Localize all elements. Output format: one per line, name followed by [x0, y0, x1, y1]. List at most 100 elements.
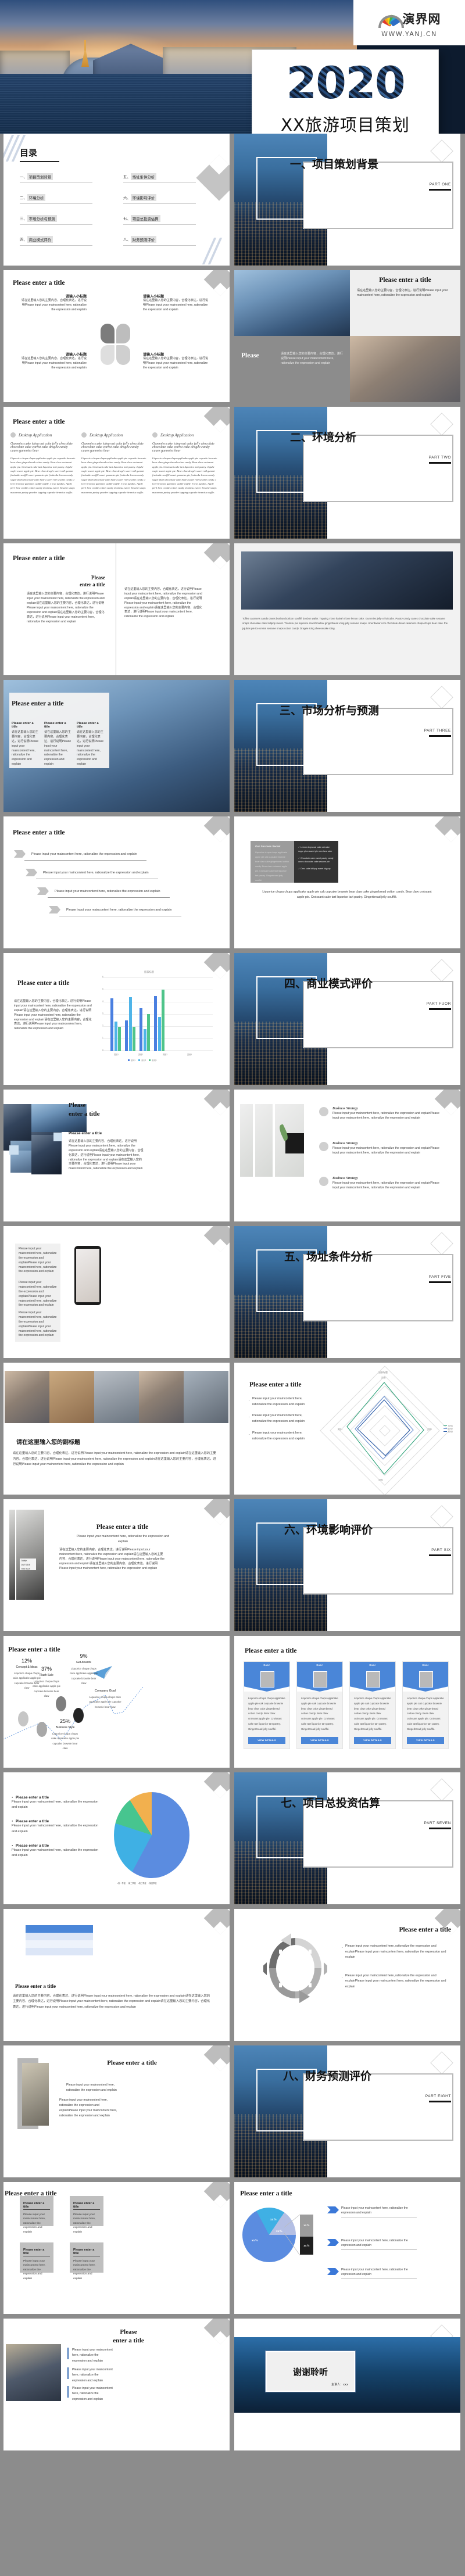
slide-photo-strip[interactable]: 请在这里输入您的副标题 请在这里输入您的主要内容，合理化表达，进行说明Pleas…	[3, 1363, 230, 1495]
slide-section-two[interactable]: 二、环境分析 PART TWO	[234, 407, 460, 539]
info-box[interactable]: Please enter a title Please input your m…	[70, 2242, 103, 2280]
milestone-desc: Liquorice chupa chups cake applicake app…	[89, 1696, 121, 1708]
slide-radar-chart[interactable]: Please enter a title Please input your m…	[234, 1363, 460, 1495]
slide-title: Please enter a title	[249, 1381, 302, 1388]
slide-section-seven[interactable]: 七、项目总投资估算 PART SEVEN	[234, 1772, 460, 1904]
data-table[interactable]	[26, 1925, 93, 1955]
slide-businessman[interactable]: Please enter a title Please input your ma…	[3, 2319, 230, 2450]
slide-title: Please enter a title	[15, 1983, 56, 1989]
pricing-card[interactable]: Basic Liquorice chupa chups applicake ap…	[296, 1661, 343, 1749]
slide-pricing-cards[interactable]: Please enter a title Basic Liquorice chu…	[234, 1636, 460, 1768]
slide-milestones[interactable]: Please enter a title 12% Concept & Ideas…	[3, 1636, 230, 1768]
bullet-item: Please input your maincontent here, rati…	[248, 1429, 312, 1442]
placeholder-icon	[313, 1671, 327, 1688]
slide-chair-photo[interactable]: THINK OUTSIDE THE BOX Please enter a title…	[3, 1499, 230, 1631]
toc-item[interactable]: 五、 场址条件分析	[123, 173, 206, 183]
view-details-button[interactable]: VIEW DETAILS	[407, 1736, 444, 1744]
slide-table[interactable]: Please enter a title 请在这里输入您的主要内容，合理化表达，…	[3, 1909, 230, 2041]
info-box[interactable]: Please enter a title Please input your m…	[20, 2242, 53, 2280]
slide-collage-text[interactable]: Please enter a title Please enter a title…	[3, 1090, 230, 1221]
slide-arrow-list[interactable]: Please enter a title Please input your m…	[3, 816, 230, 948]
slide-pie-chart[interactable]: Please enter a title Please input your m…	[3, 1772, 230, 1904]
section-part: PART SIX	[431, 1548, 451, 1552]
list-item: Please input your maincontent here, rati…	[19, 1247, 57, 1274]
cycle-arrows-diagram	[263, 1933, 327, 2003]
slide-two-photo-blocks[interactable]: Please enter a title 请在这里输入您的主要内容，合理化表达，…	[234, 270, 460, 402]
view-details-button[interactable]: VIEW DETAILS	[354, 1736, 391, 1744]
card-body: Liquorice chupa chups applicake apple pi…	[354, 1697, 391, 1731]
milestone-label: Flash Sale	[40, 1674, 53, 1677]
section-title: 八、财务预测评价	[283, 2070, 372, 2083]
radar-chart: 图表标题 类别1 类别2 类别3 类别4 系列1 系列2 系列3	[320, 1366, 453, 1495]
caption-text: Toffee caramels candy canes bonbon bonbo…	[242, 617, 448, 630]
slide-section-eight[interactable]: 八、财务预测评价 PART EIGHT	[234, 2045, 460, 2177]
slide-photo-caption[interactable]: Toffee caramels candy canes bonbon bonbo…	[234, 543, 460, 675]
box-title: Please enter a title	[23, 2202, 50, 2210]
slide-two-column-text[interactable]: Please enter a title Please enter a titl…	[3, 543, 230, 675]
slide-title: Please enter a title	[13, 418, 65, 425]
slide-car-photo[interactable]: Please enter a title Please input your m…	[3, 2045, 230, 2177]
info-box[interactable]: Please enter a title Please input your m…	[70, 2196, 103, 2234]
slide-title: Please enter a title	[379, 277, 431, 284]
box-title: Please enter a title	[23, 2248, 50, 2256]
toc-item[interactable]: 四、 商业模式评价	[20, 236, 102, 246]
slide-title: Please enter a title	[113, 2328, 144, 2345]
info-box[interactable]: Please enter a title Please input your m…	[20, 2196, 53, 2234]
slide-business-strategy[interactable]: Business Strategy Please input your main…	[234, 1090, 460, 1221]
toc-item[interactable]: 三、 市场分析与预测	[20, 215, 102, 225]
slide-section-three[interactable]: 三、市场分析与预测 PART THREE	[234, 680, 460, 812]
slide-thanks[interactable]: 谢谢聆听 主讲人：xxx	[234, 2319, 460, 2450]
body-text: Please input your maincontent here, rati…	[72, 2348, 113, 2363]
view-details-button[interactable]: VIEW DETAILS	[248, 1736, 285, 1744]
slide-section-four[interactable]: 四、商业模式评价 PART FUOR	[234, 953, 460, 1085]
chart-legend: 系列1 系列2 系列3	[128, 1059, 156, 1062]
slide-four-gray-boxes[interactable]: Please enter a title Please enter a titl…	[3, 2182, 230, 2314]
slide-toc[interactable]: 目录 一、 项目策划背景 五、 场址条件分析 二、 环境分析 六、 环境影响评价 三、市…	[3, 134, 230, 266]
bar-chart: 图表标题 6 5 4 3 2 1 0 类别1 类别2 类别3 类别4 系列1 系…	[102, 970, 219, 1063]
slide-section-five[interactable]: 五、场址条件分析 PART FIVE	[234, 1226, 460, 1358]
slide-section-one[interactable]: 一、项目策划背景 PART ONE	[234, 134, 460, 266]
slide-exploded-pie[interactable]: Please enter a title xx% xx% xx% xx% xx%…	[234, 2182, 460, 2314]
slide-overlay-card[interactable]: Please enter a title Please enter a titl…	[3, 680, 230, 812]
slide-four-petals[interactable]: Please enter a title 请输入小标题 请在这里输入您的主要内容…	[3, 270, 230, 402]
slide-tablet-list[interactable]: Please input your maincontent here, rati…	[3, 1226, 230, 1358]
ppt-preview-page: 演界网 WWW.YANJ.CN 2020 XX旅游项目策划 主讲人：xxx 目录…	[0, 0, 465, 2455]
slide-row: Please enter a title Desktop Application…	[0, 407, 465, 543]
body-text: 请在这里输入您的主要内容，合理化表达，进行说明Please input your…	[69, 1140, 144, 1171]
arrow-icon	[14, 850, 26, 858]
cover-title: XX旅游项目策划	[281, 114, 410, 134]
toc-item[interactable]: 二、 环境分析	[20, 194, 102, 204]
slide-cycle-diagram[interactable]: Please enter a title Please input your m…	[234, 1909, 460, 2041]
milestone-desc: Liquorice chupa chups cake applicake app…	[51, 1732, 80, 1750]
slide-success-secret[interactable]: Our Success Secret Liquorice chupa chups…	[234, 816, 460, 948]
pricing-card[interactable]: Basic Liquorice chupa chups applicake ap…	[402, 1661, 449, 1749]
toc-item[interactable]: 八、 财务预测评价	[123, 236, 206, 246]
sub-title: 请输入小标题	[65, 295, 87, 299]
slide-title: Please	[241, 352, 259, 359]
slide-row: Please enter a title Please enter a titl…	[0, 680, 465, 816]
toc-item[interactable]: 一、 项目策划背景	[20, 173, 102, 183]
pricing-card[interactable]: Basic Liquorice chupa chups applicake ap…	[244, 1661, 290, 1749]
column-title: Desktop Application	[90, 432, 123, 438]
pricing-card[interactable]: Basic Liquorice chupa chups applicake ap…	[349, 1661, 396, 1749]
body-text: 请在这里输入您的主要内容，合理化表达，进行说明Please input your…	[77, 730, 104, 766]
milestone-desc: Liquorice chupa chups cake applicake app…	[32, 1680, 61, 1698]
body-text: 请在这里输入您的主要内容，合理化表达，进行说明Please input your…	[21, 357, 87, 370]
pie-label: xx%	[276, 2230, 282, 2233]
toc-item[interactable]: 六、 环境影响评价	[123, 194, 206, 204]
slide-bar-chart[interactable]: Please enter a title 请在这里输入您的主要内容，合理化表达，…	[3, 953, 230, 1085]
body-text: 请在这里输入您的主要内容，合理化表达，进行说明Please input your…	[143, 357, 209, 370]
slide-section-six[interactable]: 六、环境影响评价 PART SIX	[234, 1499, 460, 1631]
column-body: Liquorice chupa chups applicake apple pi…	[152, 457, 217, 494]
sub-title: 请输入小标题	[65, 353, 87, 357]
slide-three-columns-script[interactable]: Please enter a title Desktop Application…	[3, 407, 230, 539]
toc-item[interactable]: 七、 项目总投资估算	[123, 215, 206, 225]
toc-heading: 目录	[20, 148, 60, 162]
view-details-button[interactable]: VIEW DETAILS	[301, 1736, 338, 1744]
arrow-icon	[37, 887, 49, 895]
thanks-speaker: 主讲人：xxx	[331, 2383, 348, 2387]
milestone-label: Get Awards	[76, 1661, 91, 1664]
slide-row: THINK OUTSIDE THE BOX Please enter a title…	[0, 1499, 465, 1636]
list-body: Please input your maincontent here, rati…	[12, 1848, 98, 1857]
y-tick: 5	[102, 988, 103, 990]
